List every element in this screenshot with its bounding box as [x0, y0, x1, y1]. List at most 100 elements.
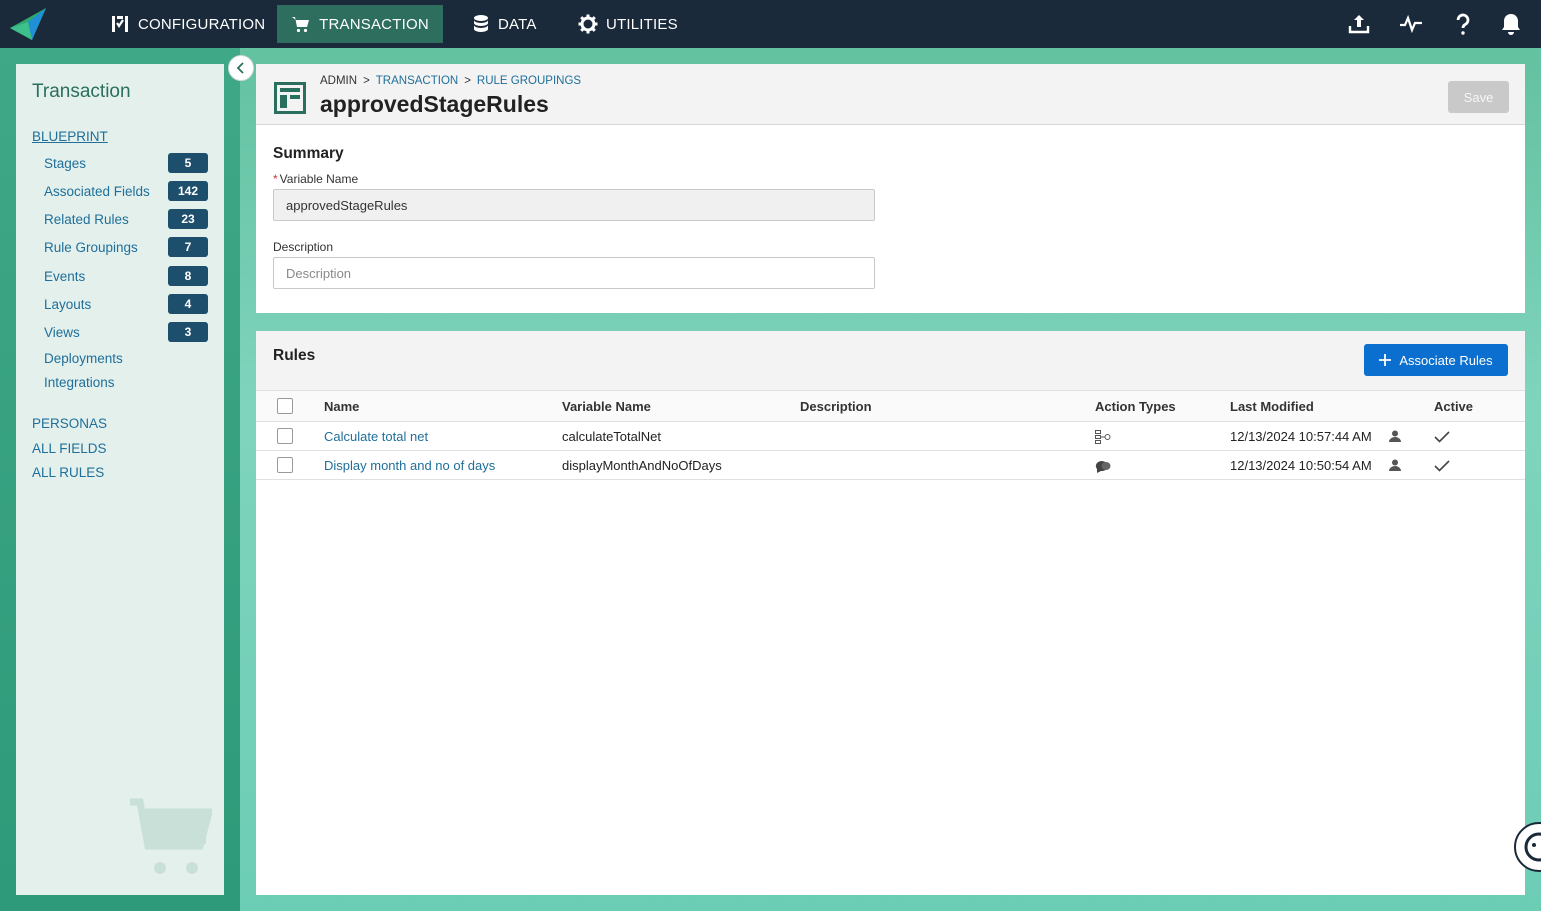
sidebar-link-blueprint[interactable]: BLUEPRINT	[32, 129, 108, 144]
sidebar-item-views[interactable]: Views 3	[44, 322, 208, 342]
table-row: Calculate total net calculateTotalNet 12…	[256, 422, 1525, 451]
sidebar-item-label: Integrations	[44, 374, 115, 390]
rule-variable-name: displayMonthAndNoOfDays	[562, 458, 722, 473]
rule-variable-name: calculateTotalNet	[562, 429, 661, 444]
nav-transaction[interactable]: TRANSACTION	[277, 5, 443, 43]
count-badge: 142	[168, 181, 208, 201]
message-icon	[1095, 461, 1111, 473]
sidebar-link-all-fields[interactable]: ALL FIELDS	[32, 441, 107, 456]
sidebar-item-label: Events	[44, 268, 86, 284]
column-last-modified[interactable]: Last Modified	[1230, 399, 1314, 414]
sidebar-item-label: Related Rules	[44, 211, 129, 227]
upload-button[interactable]	[1345, 10, 1373, 38]
user-icon[interactable]	[1389, 459, 1401, 471]
breadcrumb-transaction[interactable]: TRANSACTION	[376, 75, 458, 87]
rules-section: Rules Associate Rules Name Variable Name…	[256, 331, 1525, 895]
column-name[interactable]: Name	[324, 399, 359, 414]
required-mark: *	[273, 172, 278, 186]
logo-icon[interactable]	[8, 6, 50, 42]
bell-icon	[1502, 14, 1520, 35]
sidebar-item-label: Associated Fields	[44, 183, 150, 199]
count-badge: 5	[168, 153, 208, 173]
save-button[interactable]: Save	[1448, 81, 1509, 113]
page-title: approvedStageRules	[320, 91, 549, 117]
summary-section: Summary *Variable Name Description	[256, 125, 1525, 313]
sidebar-item-label: Stages	[44, 155, 87, 171]
assistant-bot-button[interactable]	[1514, 822, 1541, 872]
description-field[interactable]	[273, 257, 875, 289]
sidebar-item-label: Views	[44, 324, 80, 340]
database-icon	[474, 15, 488, 32]
sidebar-item-layouts[interactable]: Layouts 4	[44, 294, 208, 314]
sidebar-item-deployments[interactable]: Deployments	[44, 348, 208, 368]
help-icon	[1456, 13, 1470, 35]
plus-icon	[1379, 354, 1392, 366]
page-header: ADMIN > TRANSACTION > RULE GROUPINGS app…	[256, 64, 1525, 125]
nav-configuration[interactable]: CONFIGURATION	[100, 5, 275, 43]
count-badge: 4	[168, 294, 208, 314]
flow-icon	[1095, 430, 1111, 444]
table-row: Display month and no of days displayMont…	[256, 451, 1525, 480]
nav-utilities-label: UTILITIES	[606, 15, 678, 33]
row-checkbox[interactable]	[277, 428, 293, 444]
nav-data[interactable]: DATA	[462, 5, 547, 43]
configuration-icon	[112, 16, 128, 32]
column-variable-name[interactable]: Variable Name	[562, 399, 651, 414]
activity-button[interactable]	[1397, 10, 1425, 38]
check-icon	[1434, 460, 1450, 472]
associate-rules-button[interactable]: Associate Rules	[1364, 344, 1508, 376]
associate-rules-label: Associate Rules	[1399, 352, 1493, 368]
rules-title: Rules	[273, 347, 316, 364]
rule-name-link[interactable]: Display month and no of days	[324, 458, 495, 473]
activity-icon	[1400, 14, 1422, 34]
description-label: Description	[273, 240, 334, 254]
breadcrumb-separator: >	[363, 75, 370, 87]
sidebar-item-label: Layouts	[44, 296, 92, 312]
gear-icon	[578, 14, 598, 34]
collapse-sidebar-button[interactable]	[228, 55, 254, 81]
sidebar-item-rule-groupings[interactable]: Rule Groupings 7	[44, 237, 208, 257]
user-icon[interactable]	[1389, 430, 1401, 442]
rule-name-link[interactable]: Calculate total net	[324, 429, 428, 444]
cart-icon	[292, 17, 310, 33]
rule-last-modified: 12/13/2024 10:57:44 AM	[1230, 429, 1372, 444]
breadcrumb-rule-groupings[interactable]: RULE GROUPINGS	[477, 75, 581, 87]
variable-name-label-text: Variable Name	[279, 172, 359, 186]
bot-icon	[1524, 832, 1541, 862]
nav-utilities[interactable]: UTILITIES	[568, 5, 688, 43]
sidebar-item-associated-fields[interactable]: Associated Fields 142	[44, 181, 208, 201]
sidebar-item-integrations[interactable]: Integrations	[44, 372, 208, 392]
sidebar-item-label: Rule Groupings	[44, 239, 138, 255]
top-nav: CONFIGURATION TRANSACTION DATA UTILITIES	[0, 0, 1541, 48]
table-header: Name Variable Name Description Action Ty…	[256, 390, 1525, 422]
sidebar-link-all-rules[interactable]: ALL RULES	[32, 465, 104, 480]
breadcrumb: ADMIN > TRANSACTION > RULE GROUPINGS	[320, 75, 581, 87]
sidebar-item-events[interactable]: Events 8	[44, 266, 208, 286]
help-button[interactable]	[1449, 10, 1477, 38]
column-description[interactable]: Description	[800, 399, 872, 414]
sidebar: Transaction BLUEPRINT Stages 5 Associate…	[16, 64, 224, 895]
sidebar-title: Transaction	[32, 81, 131, 102]
row-checkbox[interactable]	[277, 457, 293, 473]
count-badge: 8	[168, 266, 208, 286]
sidebar-link-personas[interactable]: PERSONAS	[32, 416, 107, 431]
notifications-button[interactable]	[1497, 10, 1525, 38]
breadcrumb-separator: >	[464, 75, 471, 87]
chevron-left-icon	[236, 62, 244, 74]
upload-icon	[1348, 15, 1370, 34]
column-active[interactable]: Active	[1434, 399, 1473, 414]
breadcrumb-admin: ADMIN	[320, 75, 358, 87]
summary-title: Summary	[273, 145, 344, 162]
nav-transaction-label: TRANSACTION	[319, 15, 429, 33]
variable-name-label: * Variable Name	[273, 172, 358, 186]
sidebar-item-stages[interactable]: Stages 5	[44, 153, 208, 173]
select-all-checkbox[interactable]	[277, 398, 293, 414]
check-icon	[1434, 431, 1450, 443]
column-action-types[interactable]: Action Types	[1095, 399, 1176, 414]
variable-name-field[interactable]	[273, 189, 875, 221]
cart-watermark-icon	[130, 798, 212, 874]
sidebar-item-related-rules[interactable]: Related Rules 23	[44, 209, 208, 229]
rule-grouping-icon	[274, 82, 306, 114]
rules-header: Rules Associate Rules	[256, 331, 1525, 390]
rule-last-modified: 12/13/2024 10:50:54 AM	[1230, 458, 1372, 473]
